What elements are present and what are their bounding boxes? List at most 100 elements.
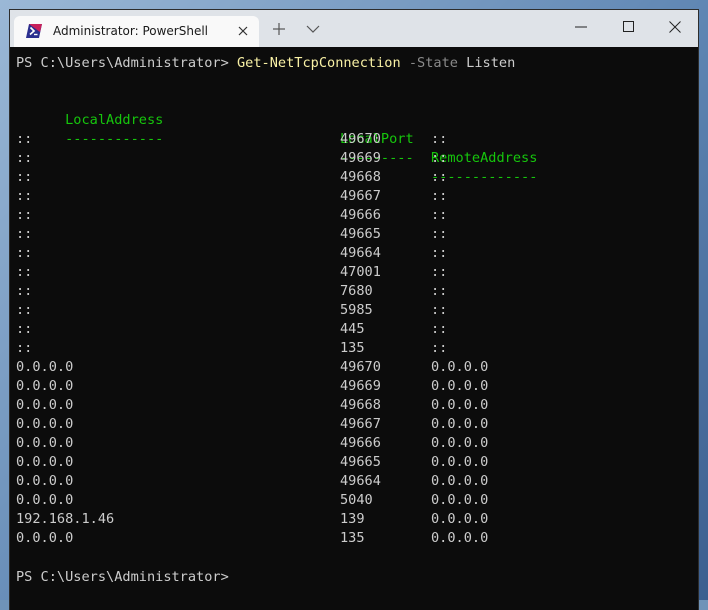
title-bar[interactable]: Administrator: PowerShell [10, 10, 698, 47]
table-row: 0.0.0.0 49667 0.0.0.0 [16, 415, 676, 434]
cell-local-port: 49667 [340, 416, 381, 432]
prompt: PS C:\Users\Administrator> [16, 55, 237, 71]
close-icon[interactable] [236, 24, 250, 38]
cell-local-port: 49664 [340, 245, 381, 261]
table-row: :: 49666:: [16, 206, 676, 225]
cell-local-address: 192.168.1.46 [16, 511, 115, 527]
cell-local-address: 0.0.0.0 [16, 378, 74, 394]
final-prompt: PS C:\Users\Administrator> [16, 569, 229, 585]
cell-remote-address: 0.0.0.0 [431, 530, 489, 546]
table-row: 0.0.0.0 49664 0.0.0.0 [16, 472, 676, 491]
minimize-icon[interactable] [574, 20, 588, 34]
cell-local-address: :: [16, 131, 33, 147]
cell-local-port: 49669 [340, 150, 381, 166]
cell-local-address: 0.0.0.0 [16, 416, 74, 432]
cell-remote-address: :: [431, 264, 448, 280]
cell-local-port: 49667 [340, 188, 381, 204]
table-row: :: 49667:: [16, 187, 676, 206]
cell-remote-address: 0.0.0.0 [431, 454, 489, 470]
table-row: :: 7680:: [16, 282, 676, 301]
scrollbar[interactable] [688, 47, 698, 610]
cell-local-port: 445 [340, 321, 365, 337]
cell-remote-address: 0.0.0.0 [431, 473, 489, 489]
table-row: :: 47001:: [16, 263, 676, 282]
cell-local-address: :: [16, 340, 33, 356]
cell-remote-address: :: [431, 150, 448, 166]
cell-remote-address: :: [431, 207, 448, 223]
terminal-output[interactable]: PS C:\Users\Administrator> Get-NetTcpCon… [10, 47, 698, 610]
cell-local-port: 49666 [340, 207, 381, 223]
command-name: Get-NetTcpConnection [236, 55, 401, 71]
cell-remote-address: 0.0.0.0 [431, 359, 489, 375]
maximize-icon[interactable] [622, 20, 636, 34]
cell-local-address: 0.0.0.0 [16, 492, 74, 508]
parameter-value: Listen [466, 55, 516, 71]
table-row: 0.0.0.0 5040 0.0.0.0 [16, 491, 676, 510]
cell-remote-address: 0.0.0.0 [431, 435, 489, 451]
tab-title: Administrator: PowerShell [53, 24, 209, 38]
cell-local-port: 49664 [340, 473, 381, 489]
cell-local-address: 0.0.0.0 [16, 530, 74, 546]
parameter-name: -State [408, 55, 458, 71]
table-header: LocalAddress LocalPort RemoteAddress [16, 92, 676, 166]
cell-local-port: 49668 [340, 397, 381, 413]
cell-remote-address: 0.0.0.0 [431, 378, 489, 394]
chevron-down-icon[interactable] [306, 24, 320, 34]
table-row: :: 49665:: [16, 225, 676, 244]
table-row: 0.0.0.0 49670 0.0.0.0 [16, 358, 676, 377]
cell-local-port: 49670 [340, 359, 381, 375]
tab-powershell[interactable]: Administrator: PowerShell [14, 16, 259, 47]
close-window-icon[interactable] [668, 20, 682, 34]
cell-remote-address: :: [431, 302, 448, 318]
cell-local-address: :: [16, 283, 33, 299]
cell-local-address: :: [16, 207, 33, 223]
powershell-icon [26, 24, 42, 38]
cell-local-port: 49669 [340, 378, 381, 394]
cell-remote-address: :: [431, 169, 448, 185]
table-row: :: 135:: [16, 339, 676, 358]
cell-local-port: 49670 [340, 131, 381, 147]
table-row: :: 445:: [16, 320, 676, 339]
command-line: PS C:\Users\Administrator> Get-NetTcpCon… [16, 54, 515, 73]
cell-local-port: 135 [340, 340, 365, 356]
cell-local-port: 5040 [340, 492, 373, 508]
cell-remote-address: 0.0.0.0 [431, 492, 489, 508]
cell-local-port: 49666 [340, 435, 381, 451]
cell-local-address: :: [16, 321, 33, 337]
cell-local-port: 139 [340, 511, 365, 527]
powershell-window: Administrator: PowerShell PS C:\Users\Ad… [10, 10, 698, 610]
cell-local-address: 0.0.0.0 [16, 397, 74, 413]
cell-local-port: 47001 [340, 264, 381, 280]
table-row: 0.0.0.0 49665 0.0.0.0 [16, 453, 676, 472]
table-row: 0.0.0.0 49669 0.0.0.0 [16, 377, 676, 396]
cell-local-port: 5985 [340, 302, 373, 318]
cell-local-port: 49665 [340, 226, 381, 242]
cell-remote-address: 0.0.0.0 [431, 416, 489, 432]
cell-remote-address: :: [431, 340, 448, 356]
cell-local-address: :: [16, 245, 33, 261]
cell-local-port: 49668 [340, 169, 381, 185]
table-row: 192.168.1.46 139 0.0.0.0 [16, 510, 676, 529]
cell-local-address: :: [16, 188, 33, 204]
table-header-underline: ------------ --------- ------------- [16, 111, 676, 185]
cell-remote-address: 0.0.0.0 [431, 511, 489, 527]
table-row: :: 49664:: [16, 244, 676, 263]
cell-local-address: :: [16, 226, 33, 242]
cell-local-address: :: [16, 264, 33, 280]
cell-remote-address: 0.0.0.0 [431, 397, 489, 413]
cell-local-address: :: [16, 302, 33, 318]
table-row: 0.0.0.0 49666 0.0.0.0 [16, 434, 676, 453]
table-row: :: 49668:: [16, 168, 676, 187]
cell-local-port: 49665 [340, 454, 381, 470]
table-row: :: 49669:: [16, 149, 676, 168]
cell-remote-address: :: [431, 226, 448, 242]
cell-remote-address: :: [431, 131, 448, 147]
table-row: 0.0.0.0 49668 0.0.0.0 [16, 396, 676, 415]
cell-local-port: 135 [340, 530, 365, 546]
cell-local-address: :: [16, 150, 33, 166]
plus-icon[interactable] [272, 22, 286, 36]
cell-remote-address: :: [431, 245, 448, 261]
table-row: 0.0.0.0 135 0.0.0.0 [16, 529, 676, 548]
cell-local-address: 0.0.0.0 [16, 435, 74, 451]
cell-local-address: 0.0.0.0 [16, 473, 74, 489]
